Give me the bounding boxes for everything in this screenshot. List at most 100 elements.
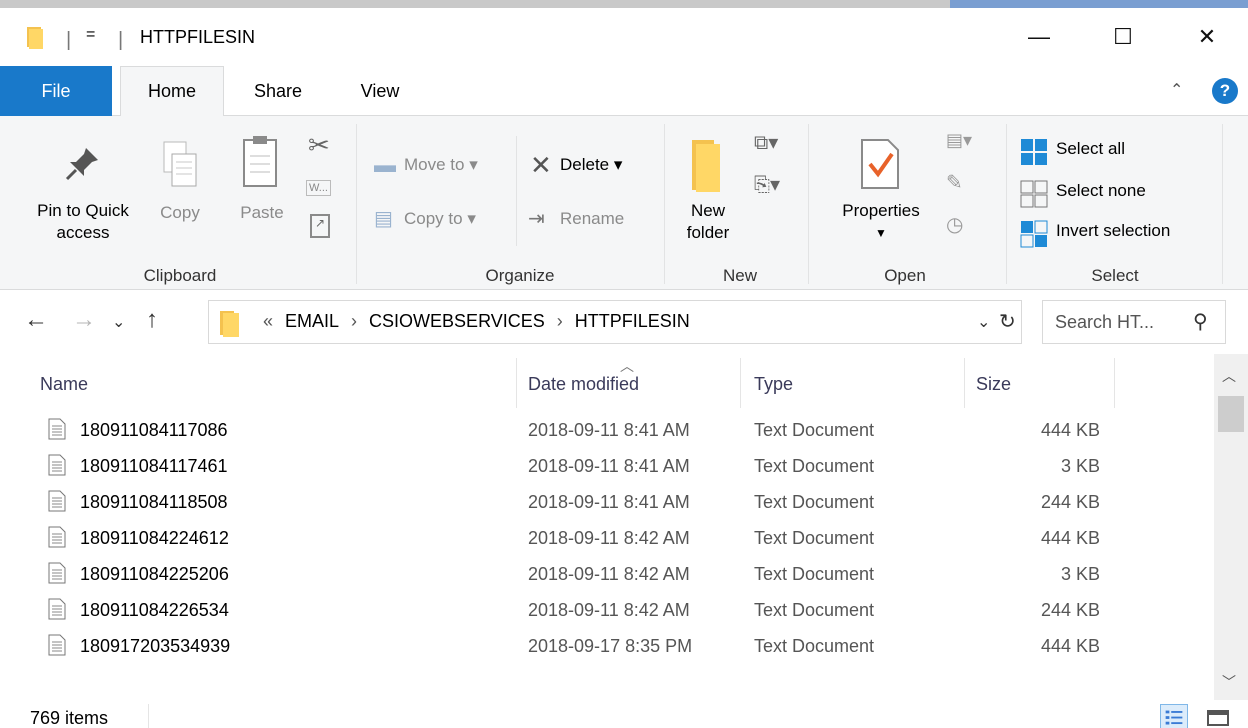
- text-document-icon: [48, 526, 66, 548]
- address-bar[interactable]: « EMAIL › CSIOWEBSERVICES › HTTPFILESIN …: [208, 300, 1022, 344]
- large-icons-view-icon[interactable]: [1204, 704, 1232, 728]
- invert-selection-button[interactable]: Invert selection: [1056, 220, 1226, 242]
- table-row[interactable]: 180911084118508 2018-09-11 8:41 AM Text …: [0, 484, 1214, 520]
- table-row[interactable]: 180911084117086 2018-09-11 8:41 AM Text …: [0, 412, 1214, 448]
- tab-share[interactable]: Share: [236, 66, 320, 116]
- rename-button[interactable]: Rename: [560, 208, 660, 230]
- organize-group-label: Organize: [485, 266, 555, 285]
- search-box[interactable]: Search HT... ⚲: [1042, 300, 1226, 344]
- select-none-button[interactable]: Select none: [1056, 180, 1226, 202]
- pin-label-line1: Pin to Quick: [37, 201, 129, 220]
- forward-arrow-icon[interactable]: →: [72, 306, 96, 334]
- copy-to-label: Copy to: [404, 209, 463, 228]
- pin-icon: [65, 148, 98, 181]
- copy-path-icon[interactable]: W...: [306, 180, 331, 196]
- copy-to-button[interactable]: Copy to ▾: [404, 208, 514, 230]
- details-view-icon[interactable]: [1160, 704, 1188, 728]
- edit-icon[interactable]: ✎: [946, 170, 963, 195]
- tab-view[interactable]: View: [340, 66, 420, 116]
- delete-label: Delete: [560, 155, 610, 174]
- table-row[interactable]: 180911084117461 2018-09-11 8:41 AM Text …: [0, 448, 1214, 484]
- column-divider[interactable]: [516, 358, 517, 408]
- column-divider[interactable]: [1114, 358, 1115, 408]
- search-input[interactable]: Search HT...: [1055, 312, 1154, 333]
- breadcrumb: « EMAIL › CSIOWEBSERVICES › HTTPFILESIN: [257, 311, 696, 332]
- pin-to-quick-access-button[interactable]: Pin to Quick access: [18, 200, 148, 244]
- item-count: 769 items: [30, 708, 109, 728]
- cut-icon[interactable]: ✂: [308, 130, 330, 161]
- recent-locations-icon[interactable]: ⌄: [112, 312, 125, 332]
- tab-home[interactable]: Home: [120, 66, 224, 117]
- delete-icon: ✕: [530, 150, 552, 180]
- paste-icon: [243, 136, 277, 187]
- column-date-modified[interactable]: Date modified: [528, 374, 639, 395]
- refresh-icon[interactable]: ↻: [999, 309, 1016, 334]
- breadcrumb-overflow[interactable]: «: [257, 311, 279, 332]
- column-name[interactable]: Name: [40, 374, 88, 395]
- history-icon[interactable]: ◷: [946, 212, 963, 237]
- properties-button[interactable]: Properties ▼: [826, 200, 936, 244]
- title-separator: |: [66, 29, 72, 51]
- breadcrumb-item[interactable]: HTTPFILESIN: [569, 311, 696, 332]
- paste-button[interactable]: Paste: [232, 202, 292, 224]
- new-item-icon[interactable]: ⧉▾: [754, 130, 778, 155]
- rename-icon: ⇥: [528, 208, 545, 230]
- column-size[interactable]: Size: [976, 374, 1011, 395]
- up-arrow-icon[interactable]: ↑: [146, 306, 158, 334]
- status-bar: 769 items: [0, 700, 1248, 728]
- file-size: 444 KB: [1040, 528, 1100, 548]
- file-name: 180911084226534: [80, 600, 229, 620]
- column-divider[interactable]: [964, 358, 965, 408]
- scroll-down-icon[interactable]: ﹀: [1222, 672, 1236, 692]
- maximize-button[interactable]: ☐: [1088, 8, 1158, 66]
- file-name: 180911084118508: [80, 492, 228, 512]
- file-type: Text Document: [754, 636, 875, 656]
- file-size: 244 KB: [1040, 600, 1100, 620]
- table-row[interactable]: 180917203534939 2018-09-17 8:35 PM Text …: [0, 628, 1214, 664]
- clipboard-group-label: Clipboard: [143, 266, 217, 285]
- delete-button[interactable]: Delete ▾: [560, 154, 660, 176]
- new-folder-button[interactable]: New folder: [670, 200, 746, 244]
- breadcrumb-item[interactable]: EMAIL: [279, 311, 345, 332]
- status-divider: [148, 704, 149, 728]
- file-name: 180911084224612: [80, 528, 229, 548]
- file-type: Text Document: [754, 420, 875, 440]
- close-button[interactable]: ✕: [1172, 8, 1242, 66]
- vertical-scrollbar[interactable]: ︿ ﹀: [1214, 354, 1248, 700]
- move-to-button[interactable]: Move to ▾: [404, 154, 514, 176]
- properties-label: Properties: [842, 201, 920, 220]
- select-all-button[interactable]: Select all: [1056, 138, 1226, 160]
- open-icon[interactable]: ▤▾: [946, 130, 972, 151]
- column-type[interactable]: Type: [754, 374, 793, 395]
- scroll-up-icon[interactable]: ︿: [1222, 366, 1236, 386]
- collapse-ribbon-icon[interactable]: ⌃: [1170, 80, 1183, 100]
- quick-access-dropdown[interactable]: =: [86, 26, 95, 44]
- tab-file[interactable]: File: [0, 66, 112, 116]
- invert-selection-icon: [1020, 220, 1048, 248]
- scrollbar-thumb[interactable]: [1218, 396, 1244, 432]
- copy-button[interactable]: Copy: [150, 202, 210, 224]
- table-row[interactable]: 180911084224612 2018-09-11 8:42 AM Text …: [0, 520, 1214, 556]
- help-icon[interactable]: ?: [1212, 78, 1238, 104]
- back-arrow-icon[interactable]: ←: [24, 306, 48, 334]
- file-date: 2018-09-11 8:41 AM: [528, 420, 690, 440]
- table-row[interactable]: 180911084225206 2018-09-11 8:42 AM Text …: [0, 556, 1214, 592]
- move-to-label: Move to: [404, 155, 465, 174]
- title-bar: | = | HTTPFILESIN — ☐ ✕: [0, 8, 1248, 66]
- file-date: 2018-09-11 8:42 AM: [528, 564, 690, 584]
- breadcrumb-chevron-icon[interactable]: ›: [551, 311, 569, 332]
- copy-to-icon: ▤: [374, 208, 393, 230]
- paste-shortcut-icon[interactable]: ↗: [310, 214, 330, 238]
- file-date: 2018-09-11 8:41 AM: [528, 456, 690, 476]
- easy-access-icon[interactable]: ⎘▾: [754, 172, 780, 197]
- file-type: Text Document: [754, 564, 875, 584]
- address-dropdown-icon[interactable]: ⌄: [977, 312, 990, 332]
- minimize-button[interactable]: —: [1004, 8, 1074, 66]
- window-title: HTTPFILESIN: [140, 27, 256, 47]
- column-divider[interactable]: [740, 358, 741, 408]
- table-row[interactable]: 180911084226534 2018-09-11 8:42 AM Text …: [0, 592, 1214, 628]
- ribbon-tabs: File Home Share View ⌃ ?: [0, 66, 1248, 117]
- breadcrumb-chevron-icon[interactable]: ›: [345, 311, 363, 332]
- text-document-icon: [48, 454, 66, 476]
- breadcrumb-item[interactable]: CSIOWEBSERVICES: [363, 311, 551, 332]
